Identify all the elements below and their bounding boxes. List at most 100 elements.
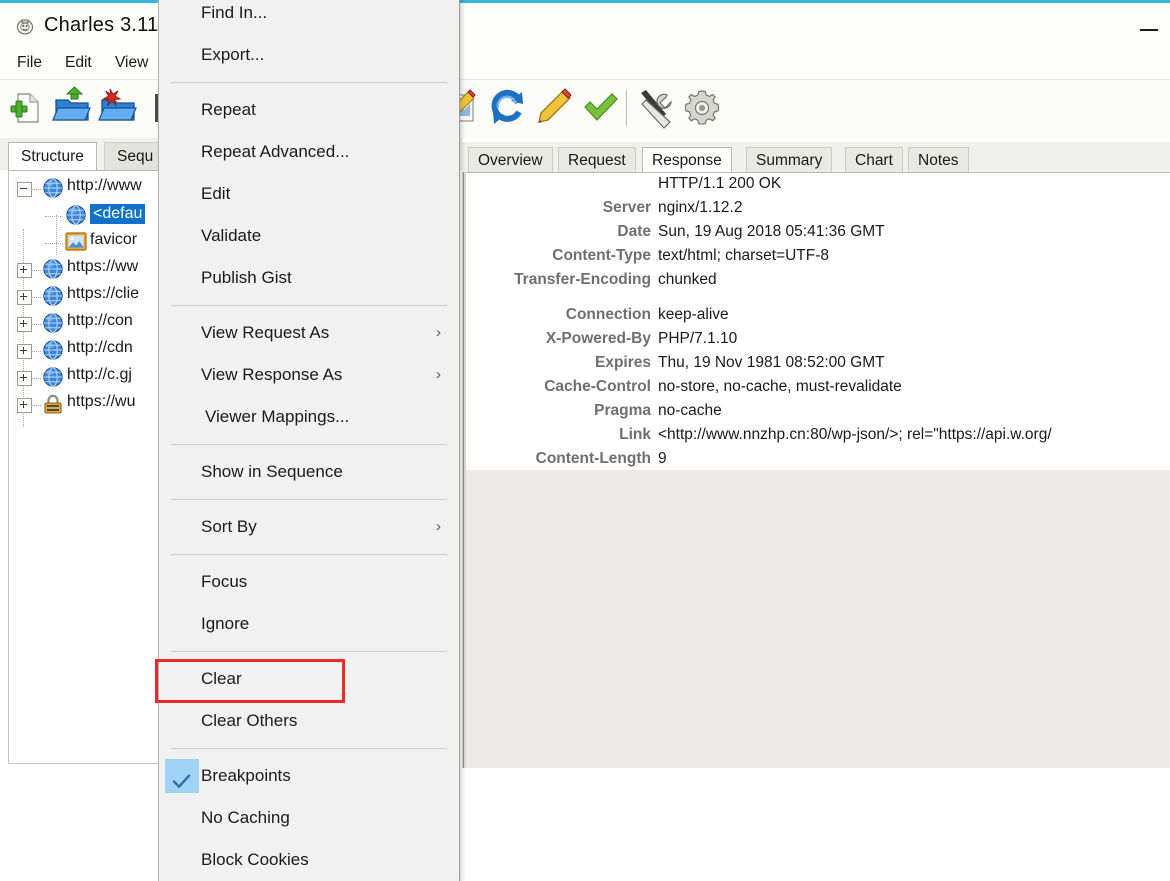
menu-item-focus[interactable]: Focus xyxy=(159,561,459,603)
tree-connector xyxy=(45,216,63,218)
header-value: keep-alive xyxy=(658,306,729,323)
menu-item-export[interactable]: Export... xyxy=(159,34,459,76)
settings-gear-icon[interactable] xyxy=(680,86,724,130)
header-name: X-Powered-By xyxy=(545,330,651,347)
menu-item-publish-gist[interactable]: Publish Gist xyxy=(159,257,459,299)
menu-item-breakpoints[interactable]: Breakpoints xyxy=(159,755,459,797)
header-value: Sun, 19 Aug 2018 05:41:36 GMT xyxy=(658,223,885,240)
menu-item-repeat[interactable]: Repeat xyxy=(159,89,459,131)
menu-item-label: View Response As xyxy=(201,365,343,384)
minimize-button[interactable] xyxy=(1138,17,1160,39)
header-row: Connection keep-alive xyxy=(466,306,1170,330)
charles-main-window: Charles 3.11.3 File Edit View Structure … xyxy=(0,0,1170,881)
menu-item-clear-others[interactable]: Clear Others xyxy=(159,700,459,742)
header-row: X-Powered-By PHP/7.1.10 xyxy=(466,330,1170,354)
menu-separator xyxy=(171,651,447,652)
header-value: 9 xyxy=(658,450,667,467)
menu-separator xyxy=(171,82,447,83)
header-name: Connection xyxy=(565,306,651,323)
lock-icon xyxy=(42,394,64,416)
tab-notes[interactable]: Notes xyxy=(908,147,969,174)
menu-item-validate[interactable]: Validate xyxy=(159,215,459,257)
header-value: Thu, 19 Nov 1981 08:52:00 GMT xyxy=(658,354,885,371)
header-row: Pragma no-cache xyxy=(466,402,1170,426)
header-name: Link xyxy=(619,426,651,443)
menu-item-edit[interactable]: Edit xyxy=(159,173,459,215)
header-name: Cache-Control xyxy=(544,378,651,395)
tab-sequence[interactable]: Sequ xyxy=(104,142,167,171)
tree-item-label: favicor xyxy=(90,231,138,248)
menu-item-show-in-sequence[interactable]: Show in Sequence xyxy=(159,451,459,493)
tree-twisty-collapse[interactable] xyxy=(17,182,32,197)
menubar-item-view[interactable]: View xyxy=(108,51,155,75)
tree-connector xyxy=(31,378,41,380)
globe-icon xyxy=(42,258,64,280)
tab-request[interactable]: Request xyxy=(558,147,636,174)
menu-separator xyxy=(171,444,447,445)
tree-connector xyxy=(31,297,41,299)
menu-item-label: Breakpoints xyxy=(201,766,291,785)
header-name: Content-Type xyxy=(552,247,651,264)
context-menu[interactable]: Find In... Export... Repeat Repeat Advan… xyxy=(158,0,460,881)
response-headers-list: HTTP/1.1 200 OK Server nginx/1.12.2 Date… xyxy=(466,172,1170,299)
compose-edit-icon[interactable] xyxy=(532,86,576,130)
tree-twisty-expand[interactable] xyxy=(17,263,32,278)
tab-summary[interactable]: Summary xyxy=(746,147,833,174)
menu-item-sort-by[interactable]: Sort By › xyxy=(159,506,459,548)
globe-icon xyxy=(42,339,64,361)
tab-chart[interactable]: Chart xyxy=(845,147,903,174)
tab-response[interactable]: Response xyxy=(642,147,732,174)
right-tab-bar: Overview Request Response Summary Chart … xyxy=(462,142,1170,174)
menu-item-clear[interactable]: Clear xyxy=(159,658,459,700)
validate-check-icon[interactable] xyxy=(578,86,622,130)
menu-item-ignore[interactable]: Ignore xyxy=(159,603,459,645)
refresh-icon[interactable] xyxy=(486,86,530,130)
new-session-icon[interactable] xyxy=(4,86,48,130)
menu-item-view-request-as[interactable]: View Request As › xyxy=(159,312,459,354)
tree-twisty-expand[interactable] xyxy=(17,371,32,386)
menu-item-no-caching[interactable]: No Caching xyxy=(159,797,459,839)
header-name: Expires xyxy=(594,354,651,371)
globe-icon xyxy=(42,366,64,388)
header-value: HTTP/1.1 200 OK xyxy=(658,175,782,192)
header-row: Cache-Control no-store, no-cache, must-r… xyxy=(466,378,1170,402)
header-name: Date xyxy=(617,223,651,240)
menu-item-find-in[interactable]: Find In... xyxy=(159,0,459,34)
clear-session-icon[interactable] xyxy=(96,86,140,130)
header-value: text/html; charset=UTF-8 xyxy=(658,247,829,264)
header-value: PHP/7.1.10 xyxy=(658,330,738,347)
tools-icon[interactable] xyxy=(634,86,678,130)
globe-icon xyxy=(65,204,87,226)
header-row: Content-Type text/html; charset=UTF-8 xyxy=(466,247,1170,271)
menu-item-view-response-as[interactable]: View Response As › xyxy=(159,354,459,396)
tree-item-label: http://cdn xyxy=(67,339,133,356)
menu-item-block-cookies[interactable]: Block Cookies xyxy=(159,839,459,881)
tree-twisty-expand[interactable] xyxy=(17,398,32,413)
menu-item-repeat-advanced[interactable]: Repeat Advanced... xyxy=(159,131,459,173)
chevron-right-icon: › xyxy=(436,518,441,535)
tree-item-label: http://www xyxy=(67,177,142,194)
tree-twisty-expand[interactable] xyxy=(17,317,32,332)
tree-item-label: http://con xyxy=(67,312,133,329)
open-session-icon[interactable] xyxy=(50,86,94,130)
menu-item-label: View Request As xyxy=(201,323,330,342)
menu-separator xyxy=(171,554,447,555)
header-name: Server xyxy=(602,199,651,216)
tree-item-label: http://c.gj xyxy=(67,366,132,383)
tab-overview[interactable]: Overview xyxy=(468,147,553,174)
menu-separator xyxy=(171,305,447,306)
menu-item-viewer-mappings[interactable]: Viewer Mappings... xyxy=(159,396,459,438)
header-value: chunked xyxy=(658,271,717,288)
image-icon xyxy=(65,232,87,254)
header-name: Transfer-Encoding xyxy=(514,271,651,288)
menubar-item-edit[interactable]: Edit xyxy=(58,51,99,75)
tree-connector xyxy=(31,351,41,353)
toolbar-divider xyxy=(626,90,627,126)
tab-structure[interactable]: Structure xyxy=(8,142,97,171)
tree-twisty-expand[interactable] xyxy=(17,290,32,305)
right-panel: Overview Request Response Summary Chart … xyxy=(462,138,1170,770)
header-row: Date Sun, 19 Aug 2018 05:41:36 GMT xyxy=(466,223,1170,247)
tree-connector xyxy=(31,324,41,326)
menubar-item-file[interactable]: File xyxy=(10,51,49,75)
tree-twisty-expand[interactable] xyxy=(17,344,32,359)
